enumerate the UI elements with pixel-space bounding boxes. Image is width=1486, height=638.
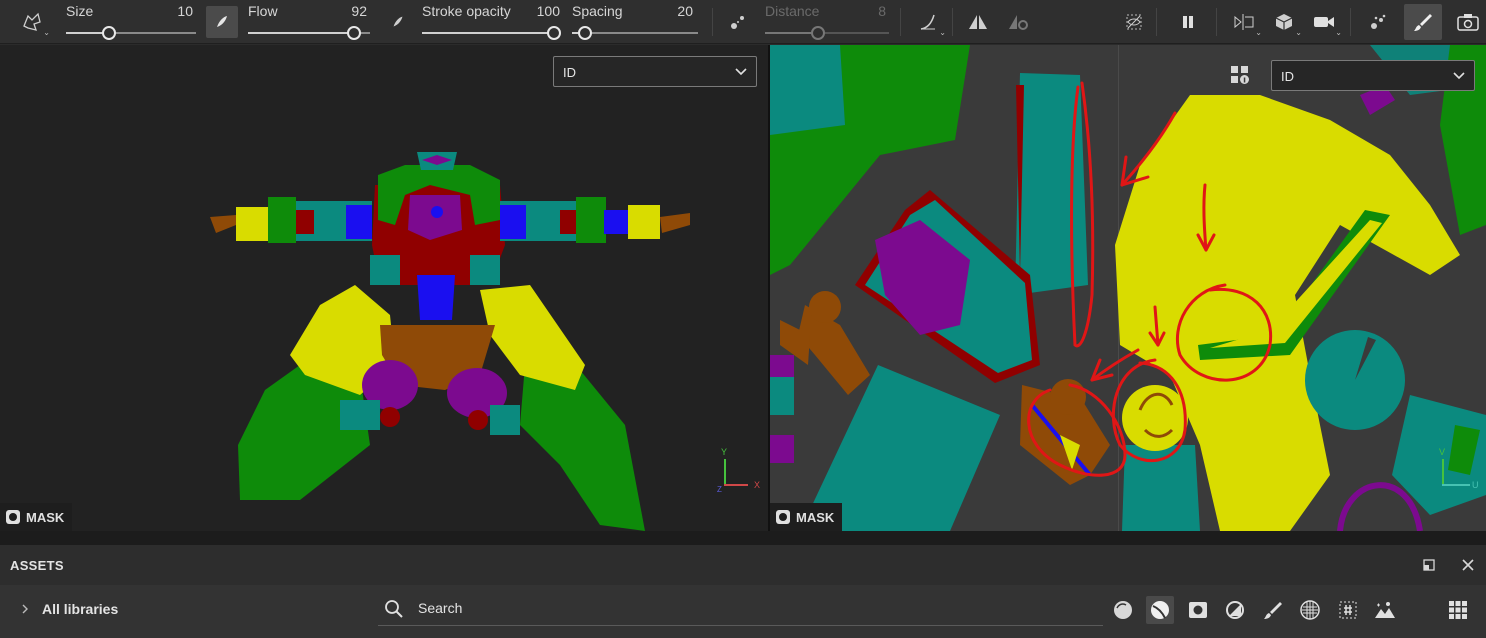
spacing-label: Spacing	[572, 3, 623, 19]
viewport-mode-icon[interactable]: ⌄	[1228, 6, 1262, 38]
chevron-down-icon	[735, 68, 747, 76]
smart-material-icon[interactable]	[1146, 596, 1174, 624]
brush-preset-icon[interactable]: ⌄	[16, 6, 50, 38]
camera-icon[interactable]: ⌄	[1308, 6, 1342, 38]
viewport-2d[interactable]: ID V U MASK	[770, 45, 1486, 531]
panel-splitter[interactable]	[0, 531, 1486, 545]
size-label: Size	[66, 3, 94, 19]
lazy-mouse-icon[interactable]	[722, 6, 754, 38]
mesh-id-render	[210, 152, 690, 531]
symmetry-settings-icon[interactable]	[1002, 6, 1034, 38]
all-libraries-label: All libraries	[42, 601, 119, 617]
pen-pressure-flow-icon[interactable]	[382, 6, 414, 38]
distance-slider-track	[765, 32, 889, 34]
brush-icon[interactable]	[1259, 596, 1287, 624]
mask-indicator-2d[interactable]: MASK	[770, 503, 843, 531]
hide-overlay-icon[interactable]	[1118, 6, 1150, 38]
stroke-opacity-label: Stroke opacity	[422, 3, 511, 19]
viewport-3d[interactable]: ID Y X Z MASK	[0, 45, 768, 531]
uv-id-render	[770, 45, 1486, 531]
axis-x-label: X	[754, 480, 761, 490]
assets-search[interactable]	[378, 593, 1103, 626]
chevron-down-icon	[1453, 72, 1465, 80]
size-slider-handle[interactable]	[102, 26, 116, 40]
curve-icon[interactable]: ⌄	[912, 6, 946, 38]
channel-select-3d-value: ID	[563, 65, 576, 80]
flow-label: Flow	[248, 3, 278, 19]
symmetry-icon[interactable]	[962, 6, 994, 38]
search-input[interactable]	[418, 600, 1018, 616]
channel-select-2d[interactable]: ID	[1271, 60, 1475, 91]
pen-pressure-size-icon[interactable]	[206, 6, 238, 38]
undock-icon[interactable]	[1422, 558, 1436, 577]
stroke-opacity-slider-track[interactable]	[422, 32, 556, 34]
close-icon[interactable]	[1460, 557, 1476, 578]
screenshot-camera-icon[interactable]	[1452, 6, 1484, 38]
size-slider-track[interactable]	[66, 32, 196, 34]
display-settings-cube-icon[interactable]: ⌄	[1268, 6, 1302, 38]
assets-panel-body: All libraries	[0, 585, 1486, 638]
paint-brush-tool-icon[interactable]	[1404, 4, 1442, 40]
stroke-opacity-slider-handle[interactable]	[547, 26, 561, 40]
filter-icon[interactable]	[1221, 596, 1249, 624]
axis-z-label: Z	[717, 485, 722, 494]
texture-icon[interactable]	[1296, 596, 1324, 624]
mask-icon	[6, 510, 20, 524]
particle-brush-icon[interactable]	[1362, 6, 1394, 38]
libraries-tree-item[interactable]: All libraries	[20, 601, 118, 617]
axis-u-label: U	[1472, 480, 1479, 490]
mask-indicator-3d[interactable]: MASK	[0, 503, 73, 531]
spacing-slider-handle[interactable]	[578, 26, 592, 40]
search-icon	[385, 600, 403, 618]
size-value[interactable]: 10	[153, 3, 193, 19]
channel-select-3d[interactable]: ID	[553, 56, 757, 87]
chevron-right-icon	[22, 604, 28, 614]
distance-label: Distance	[765, 3, 820, 19]
assets-panel-header: ASSETS	[0, 545, 1486, 585]
alpha-icon[interactable]	[1334, 596, 1362, 624]
mask-icon	[776, 510, 790, 524]
stroke-opacity-value[interactable]: 100	[520, 3, 560, 19]
mask-icon[interactable]	[1184, 596, 1212, 624]
environment-icon[interactable]	[1371, 596, 1399, 624]
channel-select-2d-value: ID	[1281, 69, 1294, 84]
axis-v-label: V	[1439, 447, 1446, 457]
axis-gizmo-3d: Y X Z	[712, 443, 762, 494]
distance-slider-handle	[811, 26, 825, 40]
flow-value[interactable]: 92	[327, 3, 367, 19]
assets-title: ASSETS	[10, 558, 64, 573]
pause-icon[interactable]	[1172, 6, 1204, 38]
axis-y-label: Y	[721, 447, 728, 457]
material-ball-icon[interactable]	[1109, 596, 1137, 624]
spacing-value[interactable]: 20	[653, 3, 693, 19]
info-layout-icon[interactable]	[1224, 59, 1256, 91]
app-window: ⌄ Size 10 Flow 92 Stroke opacity 100 Spa…	[0, 0, 1486, 638]
axis-gizmo-2d: V U	[1432, 443, 1482, 493]
grid-view-icon[interactable]	[1444, 596, 1472, 624]
tool-properties-bar: ⌄ Size 10 Flow 92 Stroke opacity 100 Spa…	[0, 0, 1486, 44]
mask-label-3d: MASK	[26, 509, 65, 525]
distance-value: 8	[878, 3, 886, 19]
mask-label-2d: MASK	[796, 509, 835, 525]
flow-slider-handle[interactable]	[347, 26, 361, 40]
